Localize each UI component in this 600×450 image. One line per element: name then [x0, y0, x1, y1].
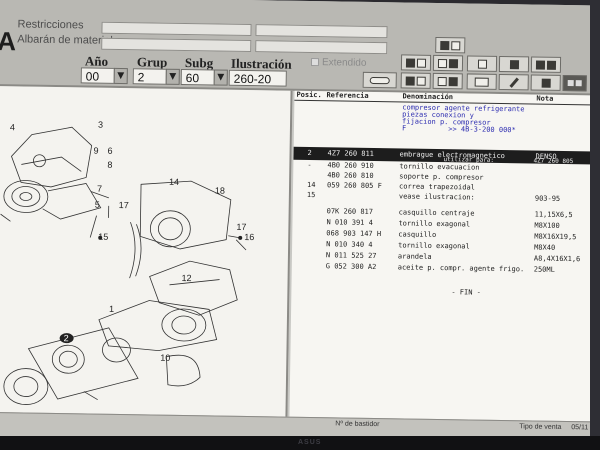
monitor-bezel-right: [590, 0, 600, 450]
callout-3: 3: [98, 120, 103, 130]
toolbar-prev-icon[interactable]: [400, 54, 432, 71]
row-pos: 15: [306, 190, 316, 200]
callout-7: 7: [97, 184, 102, 194]
ilustracion-field[interactable]: 260-20: [228, 69, 287, 87]
row-denominacion: arandela: [397, 252, 432, 261]
grup-select[interactable]: 2: [132, 68, 167, 85]
callout-5: 5: [95, 200, 100, 210]
callout-12: 12: [182, 273, 192, 283]
callout-15: 15: [98, 232, 108, 242]
app-logo: A: [0, 26, 17, 57]
row-pos: -: [307, 160, 312, 170]
row-referencia: 4B0 260 910: [327, 161, 374, 170]
toolbar-box-icon[interactable]: [530, 56, 562, 73]
edit-icon[interactable]: [498, 73, 529, 91]
row-denominacion: tornillo exagonal: [398, 219, 471, 229]
info-field-2: [255, 40, 388, 55]
albaran-field[interactable]: [101, 37, 252, 53]
printer-icon[interactable]: [466, 73, 497, 90]
car-icon[interactable]: [362, 71, 397, 89]
row-nota: M8X100: [534, 221, 560, 230]
callout-16: 16: [244, 232, 254, 242]
toolbar-first-icon[interactable]: [400, 72, 431, 89]
callout-17a: 17: [119, 200, 129, 210]
screen: A Restricciones Albarán de material Año …: [0, 0, 600, 450]
row-referencia: 059 260 805 F: [327, 181, 382, 191]
status-far-right: 05/11: [571, 424, 589, 432]
row-referencia: G 052 300 A2: [325, 262, 377, 272]
callout-8: 8: [107, 160, 112, 170]
chevron-down-icon[interactable]: ▼: [165, 68, 180, 85]
chevron-down-icon[interactable]: ▼: [113, 67, 128, 85]
row-denominacion: correa trapezoidal: [398, 182, 475, 192]
row-pos: 2: [307, 148, 312, 158]
row-referencia: 07K 260 817: [326, 207, 374, 216]
callout-18: 18: [215, 185, 225, 195]
extendido-label: Extendido: [321, 57, 367, 69]
row-pos: 14: [307, 180, 316, 190]
row-nota: 250ML: [533, 265, 555, 274]
callout-9: 9: [94, 146, 99, 156]
row-referencia: N 010 340 4: [326, 240, 373, 249]
row-nota: 11,15X6,5: [534, 210, 573, 220]
grid-icon[interactable]: [562, 74, 587, 92]
row-denominacion: tornillo evacuacion: [399, 162, 480, 172]
row-denominacion: casquillo centraje: [398, 208, 475, 218]
callout-6: 6: [108, 146, 113, 156]
row-denominacion: aceite p. compr. agente frigo.: [397, 263, 525, 274]
compressor-illustration: 4 3 6 9 8 5 7 17 14 18 16 17 15 12 1 2 1…: [0, 120, 254, 405]
status-bastidor: Nº de bastidor: [335, 420, 380, 429]
row-nota: M8X16X19,5: [534, 232, 577, 242]
toolbar-link-icon[interactable]: [498, 55, 530, 73]
row-referencia: 068 903 147 H: [326, 229, 382, 239]
callout-2: 2: [64, 333, 69, 343]
end-marker: - FIN -: [451, 288, 481, 297]
row-nota: 903-95: [534, 194, 561, 203]
row-nota: A8,4X16X1,6: [533, 254, 581, 264]
row-denominacion: tornillo exagonal: [398, 241, 470, 251]
illustration-panel: 4 3 6 9 8 5 7 17 14 18 16 17 15 12 1 2 1…: [0, 85, 293, 417]
callout-10: 10: [160, 353, 170, 363]
callout-17b: 17: [236, 222, 246, 232]
monitor-brand: ASUS: [298, 439, 322, 446]
tools-icon[interactable]: [530, 74, 561, 91]
monitor-bezel-bottom: ASUS: [0, 436, 600, 450]
albaran-label: Albarán de material: [17, 33, 113, 47]
chevron-down-icon[interactable]: ▼: [213, 69, 228, 86]
extendido-checkbox[interactable]: Extendido: [310, 57, 367, 69]
row-denominacion: soporte p. compresor: [399, 172, 484, 182]
etka-window: A Restricciones Albarán de material Año …: [0, 0, 598, 446]
parts-table: Posic. Referencia Denominación Nota comp…: [289, 90, 597, 422]
callout-1: 1: [109, 304, 114, 314]
toolbar-up-icon[interactable]: [435, 36, 466, 54]
toolbar-last-icon[interactable]: [432, 72, 463, 90]
row-denominacion: casquillo: [398, 230, 437, 239]
anio-select[interactable]: 00: [80, 67, 115, 84]
callout-14: 14: [169, 177, 179, 187]
info-field-1: [255, 24, 388, 39]
group-description: compresor agente refrigerante piezas con…: [401, 103, 525, 135]
row-referencia: 4B0 260 810: [327, 171, 374, 180]
row-referencia: N 010 391 4: [326, 218, 373, 227]
header-panel: A Restricciones Albarán de material Año …: [0, 0, 598, 96]
restricciones-field[interactable]: [101, 21, 252, 37]
row-referencia: 4Z7 260 811: [327, 149, 374, 158]
toolbar-view-icon[interactable]: [466, 55, 498, 72]
subg-select[interactable]: 60: [180, 68, 215, 86]
restricciones-label: Restricciones: [17, 18, 84, 32]
toolbar-next-icon[interactable]: [432, 54, 464, 72]
row-denominacion: vease ilustracion:: [398, 192, 475, 202]
row-referencia: N 011 525 27: [325, 251, 377, 261]
callout-4: 4: [10, 122, 15, 132]
status-tipo-venta: Tipo de venta: [519, 423, 562, 431]
row-nota: M8X40: [534, 243, 556, 252]
